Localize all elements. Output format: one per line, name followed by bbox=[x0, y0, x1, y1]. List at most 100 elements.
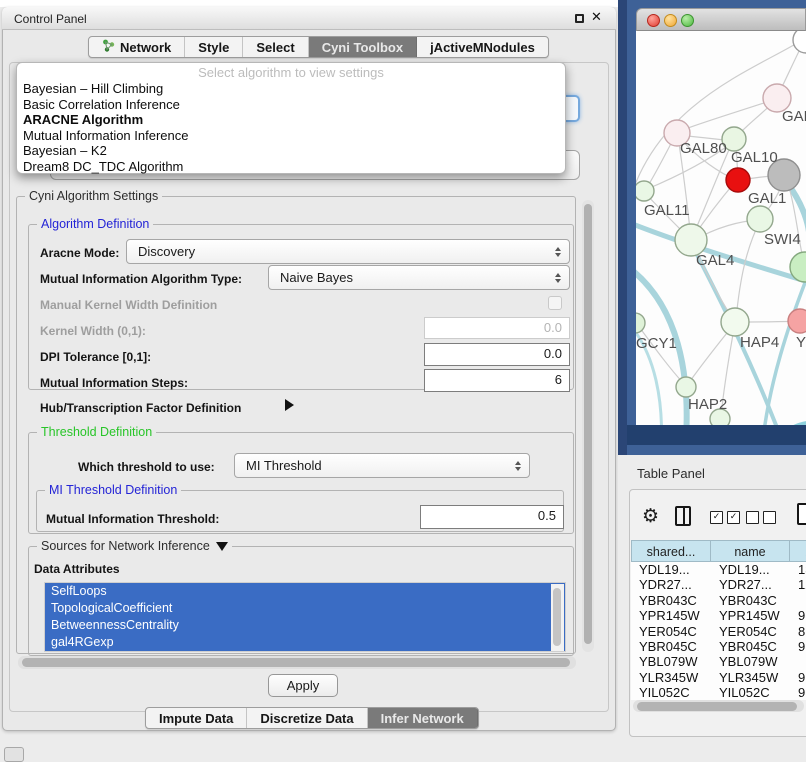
network-node[interactable] bbox=[636, 313, 645, 333]
dropdown-item-basic-correlation-inference[interactable]: Basic Correlation Inference bbox=[17, 97, 565, 113]
dropdown-item-aracne-algorithm[interactable]: ARACNE Algorithm bbox=[17, 112, 565, 128]
table-cell: YBR043C bbox=[631, 593, 711, 608]
desktop-root: Control Panel ✕ NetworkStyleSelectCyni T… bbox=[0, 0, 806, 762]
aracne-mode-value: Discovery bbox=[138, 244, 195, 259]
table-hscrollbar-thumb[interactable] bbox=[637, 702, 797, 711]
network-graph[interactable]: GALGAL80GAL10GAL1GAL11GAL4SWI4GCY1HAP4YH… bbox=[636, 31, 806, 425]
kernel-width-field[interactable]: 0.0 bbox=[424, 317, 570, 339]
network-node[interactable] bbox=[788, 309, 806, 333]
apply-button[interactable]: Apply bbox=[268, 674, 338, 697]
table-cell: 13 bbox=[790, 562, 806, 577]
close-traffic-light[interactable] bbox=[647, 14, 660, 27]
table-cell: YDR27... bbox=[631, 577, 711, 592]
column-header-shared[interactable]: shared... bbox=[631, 540, 711, 562]
float-window-icon[interactable] bbox=[575, 14, 584, 23]
tab-impute-data[interactable]: Impute Data bbox=[146, 708, 247, 728]
dropdown-item-dream8-dc-tdc-algorithm[interactable]: Dream8 DC_TDC Algorithm bbox=[17, 159, 565, 175]
mi-threshold-field[interactable]: 0.5 bbox=[420, 505, 564, 529]
network-node[interactable] bbox=[726, 168, 750, 192]
algorithm-combobox-arrow[interactable] bbox=[564, 95, 580, 122]
table-header-row: shared...nameA bbox=[631, 540, 806, 562]
minimize-traffic-light[interactable] bbox=[664, 14, 677, 27]
collapsed-arrow-icon[interactable] bbox=[285, 399, 294, 411]
column-header-a[interactable]: A bbox=[790, 540, 806, 562]
select-all-checkboxes[interactable]: ✓ ✓ bbox=[710, 511, 740, 524]
corner-button[interactable] bbox=[4, 747, 24, 762]
attributes-scrollbar[interactable] bbox=[551, 584, 564, 652]
network-window-titlebar[interactable] bbox=[636, 8, 806, 31]
network-edge bbox=[754, 424, 806, 425]
spinner-arrows-icon bbox=[555, 247, 561, 257]
manual-kernel-checkbox[interactable] bbox=[548, 296, 562, 310]
table-cell: YPR145W bbox=[631, 608, 711, 623]
dpi-tolerance-field[interactable]: 0.0 bbox=[424, 343, 570, 366]
algorithm-dropdown: Select algorithm to view settings Bayesi… bbox=[16, 62, 566, 174]
table-row[interactable]: YBL079WYBL079W bbox=[631, 654, 806, 669]
network-node[interactable] bbox=[793, 31, 806, 53]
dropdown-item-mutual-information-inference[interactable]: Mutual Information Inference bbox=[17, 128, 565, 144]
table-row[interactable]: YIL052CYIL052C9 bbox=[631, 685, 806, 700]
table-panel-title: Table Panel bbox=[637, 466, 705, 481]
table-row[interactable]: YDL19...YDL19...13 bbox=[631, 562, 806, 577]
tab-infer-network[interactable]: Infer Network bbox=[368, 708, 478, 728]
network-node[interactable] bbox=[747, 206, 773, 232]
tab-select[interactable]: Select bbox=[243, 37, 308, 57]
gear-icon[interactable]: ⚙ bbox=[642, 505, 659, 527]
table-cell: 9 bbox=[790, 685, 806, 700]
tab-discretize-data[interactable]: Discretize Data bbox=[247, 708, 367, 728]
deselect-all-checkboxes[interactable] bbox=[746, 511, 776, 524]
table-cell: YBL079W bbox=[631, 654, 711, 669]
data-attributes-list[interactable]: SelfLoopsTopologicalCoefficientBetweenne… bbox=[44, 582, 566, 652]
control-panel-titlebar[interactable] bbox=[2, 7, 616, 30]
attribute-item-betweennesscentrality[interactable]: BetweennessCentrality bbox=[45, 617, 565, 634]
dropdown-item-bayesian-k2[interactable]: Bayesian – K2 bbox=[17, 143, 565, 159]
checked-checkbox-icon[interactable]: ✓ bbox=[727, 511, 740, 524]
dropdown-item-bayesian-hill-climbing[interactable]: Bayesian – Hill Climbing bbox=[17, 81, 565, 97]
close-window-icon[interactable]: ✕ bbox=[591, 10, 602, 25]
node-label-hap4: HAP4 bbox=[740, 334, 779, 351]
table-horizontal-scrollbar[interactable] bbox=[633, 700, 804, 712]
settings-vertical-scrollbar[interactable] bbox=[582, 200, 594, 652]
checked-checkbox-icon[interactable]: ✓ bbox=[710, 511, 723, 524]
tab-network[interactable]: Network bbox=[89, 37, 185, 57]
control-panel-title: Control Panel bbox=[14, 12, 87, 26]
data-attributes-label: Data Attributes bbox=[34, 562, 120, 576]
table-row[interactable]: YDR27...YDR27...12 bbox=[631, 577, 806, 592]
spinner-arrows-icon bbox=[515, 461, 521, 471]
which-threshold-combobox[interactable]: MI Threshold bbox=[234, 453, 530, 478]
aracne-mode-combobox[interactable]: Discovery bbox=[126, 239, 570, 264]
zoom-traffic-light[interactable] bbox=[681, 14, 694, 27]
attribute-item-topologicalcoefficient[interactable]: TopologicalCoefficient bbox=[45, 600, 565, 617]
column-header-name[interactable]: name bbox=[711, 540, 790, 562]
network-icon bbox=[102, 39, 115, 55]
attribute-item-gal4rgexp[interactable]: gal4RGexp bbox=[45, 634, 565, 651]
node-label-gal4: GAL4 bbox=[696, 252, 734, 269]
attribute-item-selfloops[interactable]: SelfLoops bbox=[45, 583, 565, 600]
expanded-arrow-icon[interactable] bbox=[216, 542, 228, 551]
network-edge bbox=[680, 99, 776, 131]
tab-cyni-toolbox[interactable]: Cyni Toolbox bbox=[309, 37, 417, 57]
settings-hscrollbar-thumb[interactable] bbox=[22, 658, 570, 667]
table-row[interactable]: YLR345WYLR345W9. bbox=[631, 670, 806, 685]
network-view[interactable]: GALGAL80GAL10GAL1GAL11GAL4SWI4GCY1HAP4YH… bbox=[636, 31, 806, 425]
document-icon[interactable] bbox=[797, 503, 806, 525]
table-row[interactable]: YER054CYER054C8. bbox=[631, 624, 806, 639]
settings-scrollbar-thumb[interactable] bbox=[584, 204, 592, 644]
table-row[interactable]: YBR043CYBR043C bbox=[631, 593, 806, 608]
unchecked-checkbox-icon[interactable] bbox=[746, 511, 759, 524]
network-node[interactable] bbox=[676, 377, 696, 397]
mi-type-combobox[interactable]: Naive Bayes bbox=[268, 265, 570, 290]
node-label-gal80: GAL80 bbox=[680, 140, 727, 157]
tab-jactivemnodules[interactable]: jActiveMNodules bbox=[417, 37, 548, 57]
network-node[interactable] bbox=[721, 308, 749, 336]
columns-icon[interactable] bbox=[675, 506, 691, 526]
tab-style[interactable]: Style bbox=[185, 37, 243, 57]
network-node[interactable] bbox=[636, 181, 654, 201]
table-row[interactable]: YBR045CYBR045C9. bbox=[631, 639, 806, 654]
table-row[interactable]: YPR145WYPR145W9. bbox=[631, 608, 806, 623]
unchecked-checkbox-icon[interactable] bbox=[763, 511, 776, 524]
settings-horizontal-scrollbar[interactable] bbox=[18, 656, 576, 669]
mi-steps-field[interactable]: 6 bbox=[424, 369, 570, 392]
table-body: YDL19...YDL19...13YDR27...YDR27...12YBR0… bbox=[631, 562, 806, 700]
attributes-scrollbar-thumb[interactable] bbox=[553, 588, 561, 646]
